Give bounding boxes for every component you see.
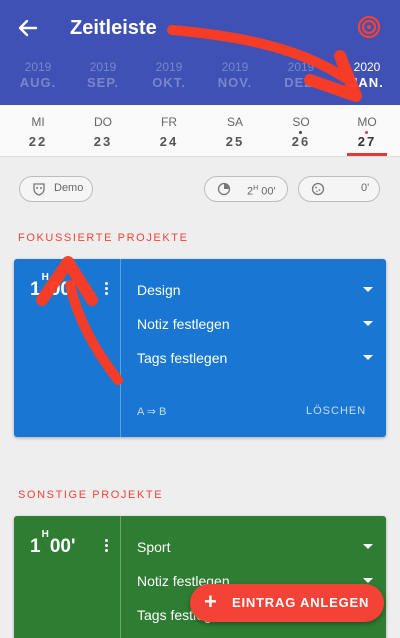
break-label: 0' — [361, 182, 370, 194]
mask-icon — [33, 183, 45, 196]
more-vert-icon[interactable] — [102, 281, 110, 295]
month-item-active[interactable]: 2020 JAN. — [334, 60, 400, 92]
active-day-indicator — [347, 153, 387, 156]
month-item[interactable]: 2019 AUG. — [5, 60, 71, 92]
total-time-label: 2H 00' — [247, 185, 276, 198]
add-entry-button[interactable]: + EINTRAG ANLEGEN — [190, 584, 384, 622]
note-select[interactable]: Notiz festlegen — [137, 313, 373, 337]
day-item-active[interactable]: MO 27 — [334, 105, 400, 157]
day-item[interactable]: FR 24 — [136, 105, 202, 157]
break-chip[interactable]: 0' — [298, 176, 380, 202]
project-duration[interactable]: 1H00' — [30, 272, 75, 301]
project-select[interactable]: Design — [137, 279, 373, 303]
more-vert-icon[interactable] — [102, 538, 110, 552]
day-item[interactable]: DO 23 — [70, 105, 136, 157]
cookie-icon — [311, 182, 325, 196]
month-item[interactable]: 2019 OKT. — [136, 60, 202, 92]
demo-chip[interactable]: Demo — [19, 176, 93, 202]
dropdown-arrow-icon — [363, 321, 373, 326]
card-divider — [120, 516, 121, 638]
day-item[interactable]: SA 25 — [202, 105, 268, 157]
other-projects-heading: SONSTIGE PROJEKTE — [18, 489, 164, 501]
month-item[interactable]: 2019 NOV. — [202, 60, 268, 92]
dropdown-arrow-icon — [363, 355, 373, 360]
delete-button[interactable]: LÖSCHEN — [306, 405, 366, 417]
day-item[interactable]: SO 26 — [268, 105, 334, 157]
month-item[interactable]: 2019 SEP. — [70, 60, 136, 92]
arrow-left-icon[interactable] — [14, 14, 42, 42]
dropdown-arrow-icon — [363, 287, 373, 292]
demo-chip-label: Demo — [54, 182, 84, 194]
tags-select[interactable]: Tags festlegen — [137, 347, 373, 371]
project-select[interactable]: Sport — [137, 536, 373, 560]
pie-chart-icon — [217, 182, 231, 196]
card-divider — [120, 259, 121, 437]
focused-project-card: 1H00' Design Notiz festlegen Tags festle… — [14, 259, 386, 437]
plus-icon: + — [204, 589, 217, 614]
entry-dot — [365, 131, 368, 134]
app-header: Zeitleiste 2019 AUG. 2019 SEP. 2019 OKT. 20… — [0, 0, 400, 105]
day-selector: MI 22 DO 23 FR 24 SA 25 SO 26 MO 27 — [0, 105, 400, 157]
page-title: Zeitleiste — [70, 17, 157, 39]
target-icon[interactable] — [356, 14, 382, 40]
day-item[interactable]: MI 22 — [5, 105, 71, 157]
month-item[interactable]: 2019 DEZ. — [268, 60, 334, 92]
month-selector: 2019 AUG. 2019 SEP. 2019 OKT. 2019 NOV. 2019… — [0, 60, 400, 100]
project-duration[interactable]: 1H00' — [30, 529, 75, 558]
focused-projects-heading: FOKUSSIERTE PROJEKTE — [18, 232, 189, 244]
entry-dot — [299, 131, 302, 134]
transfer-label[interactable]: A ⇒ B — [137, 405, 166, 418]
dropdown-arrow-icon — [363, 578, 373, 583]
dropdown-arrow-icon — [363, 544, 373, 549]
total-time-chip[interactable]: 2H 00' — [204, 176, 288, 202]
